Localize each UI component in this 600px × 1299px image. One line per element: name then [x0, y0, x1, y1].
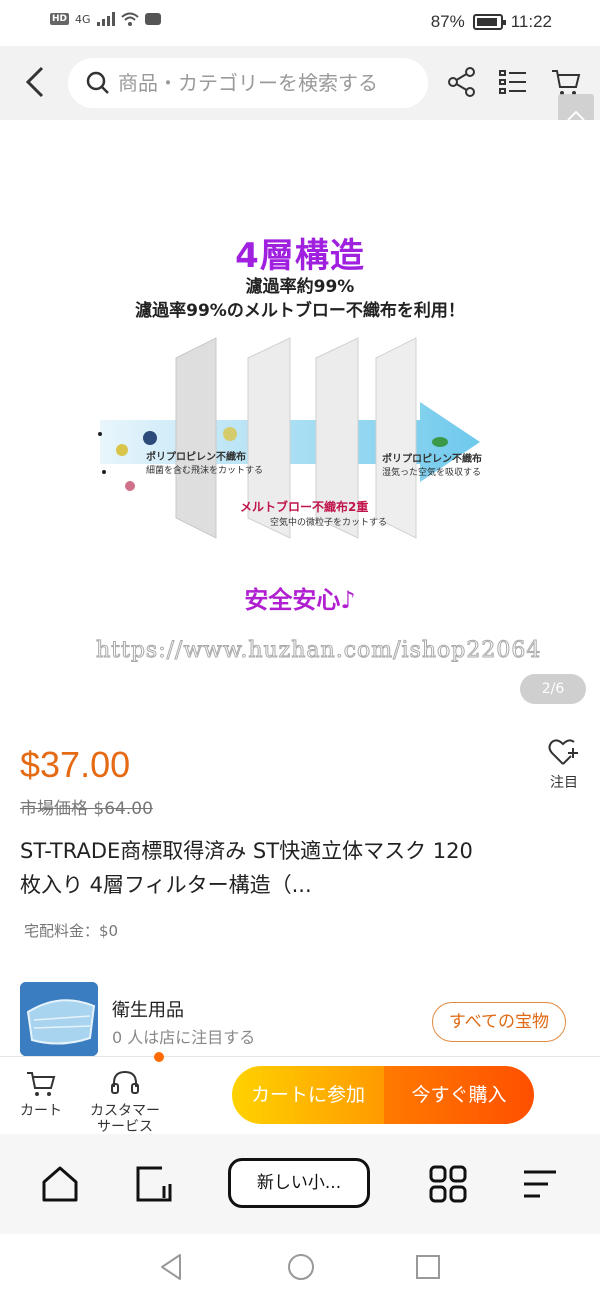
- tabs-icon[interactable]: [134, 1164, 174, 1204]
- layer-mid-title: メルトブロー不織布2重: [240, 500, 369, 514]
- market-price-value: $64.00: [93, 799, 153, 819]
- watermark-text: https://www.huzhan.com/ishop22064: [95, 638, 542, 664]
- system-back-icon[interactable]: [158, 1252, 184, 1282]
- layer-left-label: ポリプロピレン不織布 細菌を含む飛沫をカットする: [146, 448, 263, 476]
- cart-icon: [27, 1072, 56, 1096]
- wifi-icon: [120, 12, 139, 26]
- product-title: ST-TRADE商標取得済み ST快適立体マスク 120枚入り 4層フィルター構…: [20, 839, 473, 897]
- browser-bottom-bar: 新しい小...: [0, 1134, 600, 1234]
- favorite-label: 注目: [550, 775, 578, 791]
- product-image-carousel[interactable]: 4層構造 濾過率約99% 濾過率99%のメルトブロー不織布を利用！ ポリプロピレ…: [0, 120, 600, 720]
- status-right: 87% 11:22: [431, 12, 552, 32]
- heart-plus-icon: [548, 739, 578, 765]
- shop-followers: 0 人は店に注目する: [112, 1028, 256, 1047]
- mask-layers-illustration: [98, 337, 480, 539]
- layer-right-label: ポリプロピレン不織布 湿気った空気を吸収する: [382, 450, 482, 478]
- system-home-icon[interactable]: [286, 1252, 316, 1282]
- battery-icon: [472, 14, 506, 30]
- cart-shortcut[interactable]: カート: [16, 1069, 66, 1119]
- share-icon[interactable]: [446, 66, 478, 98]
- search-input[interactable]: [118, 71, 418, 95]
- system-nav-bar: [0, 1234, 600, 1299]
- hd-badge: HD: [50, 13, 70, 25]
- market-price: 市場価格 $64.00: [20, 794, 153, 819]
- layer-right-sub: 湿気った空気を吸収する: [382, 468, 482, 478]
- image-pager: 2/6: [520, 674, 586, 704]
- service-label-1: カスタマー: [90, 1103, 160, 1119]
- market-price-label: 市場価格: [20, 799, 88, 819]
- clock: 11:22: [510, 12, 552, 31]
- search-icon: [86, 71, 109, 94]
- layer-left-title: ポリプロピレン不織布: [146, 452, 246, 463]
- notification-dot: [154, 1052, 164, 1062]
- signal-icon: [96, 12, 115, 26]
- top-nav: [0, 46, 600, 178]
- back-arrow-icon[interactable]: [18, 64, 54, 100]
- service-label-2: サービス: [97, 1119, 153, 1135]
- current-tab-pill[interactable]: 新しい小...: [228, 1158, 370, 1208]
- shipping-fee: 宅配料金：$0: [24, 922, 119, 940]
- status-bar: HD 4G 87% 11:22: [0, 0, 600, 46]
- customer-service-button[interactable]: カスタマー サービス: [82, 1069, 168, 1135]
- apps-grid-icon[interactable]: [428, 1164, 468, 1204]
- layer-left-sub: 細菌を含む飛沫をカットする: [146, 466, 264, 476]
- all-items-button[interactable]: すべての宝物: [432, 1002, 566, 1042]
- status-left: HD 4G: [50, 12, 161, 26]
- notification-icon: [144, 13, 161, 25]
- battery-percent: 87%: [430, 12, 465, 31]
- mask-thumbnail-icon: [20, 982, 98, 1056]
- network-type: 4G: [75, 12, 91, 26]
- layer-right-title: ポリプロピレン不織布: [382, 454, 482, 465]
- shop-avatar[interactable]: [20, 982, 98, 1056]
- add-to-cart-button[interactable]: カートに参加: [232, 1066, 384, 1124]
- image-footer: 安全安心♪: [244, 586, 356, 614]
- favorite-button[interactable]: 注目: [544, 738, 584, 792]
- menu-icon[interactable]: [520, 1164, 560, 1204]
- headset-icon: [111, 1070, 139, 1094]
- home-icon[interactable]: [40, 1164, 80, 1204]
- menu-list-icon[interactable]: [498, 66, 530, 98]
- search-bar[interactable]: [68, 58, 428, 108]
- layer-mid-label: メルトブロー不織布2重 空気中の微粒子をカットする: [240, 498, 387, 528]
- buy-now-button[interactable]: 今すぐ購入: [384, 1066, 534, 1124]
- layer-mid-sub: 空気中の微粒子をカットする: [270, 518, 388, 528]
- product-price: $37.00: [20, 744, 131, 785]
- shop-name[interactable]: 衛生用品: [112, 996, 184, 1022]
- system-recents-icon[interactable]: [414, 1252, 442, 1282]
- cart-label: カート: [20, 1103, 62, 1119]
